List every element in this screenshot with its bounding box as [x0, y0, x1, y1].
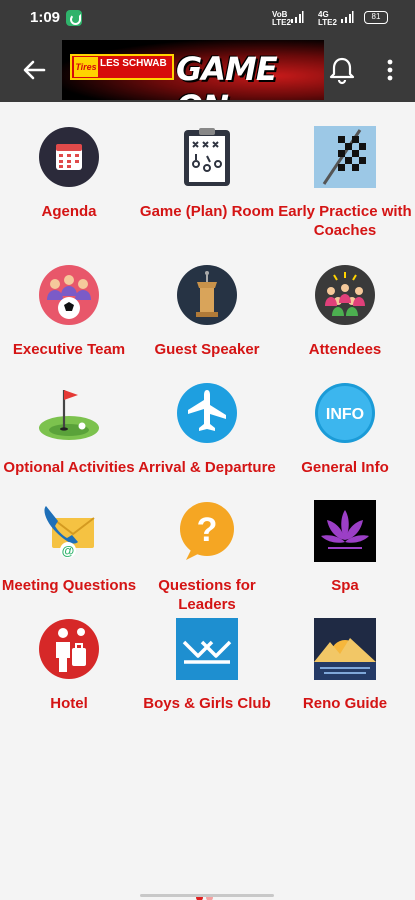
phone-email-icon: @	[44, 506, 95, 558]
tile-arrival-departure[interactable]: Arrival & Departure	[138, 382, 276, 492]
tile-label: Agenda	[41, 203, 97, 220]
tile-meeting-questions[interactable]: @ Meeting Questions	[0, 500, 138, 610]
tile-label: Game (Plan) Room	[139, 203, 275, 220]
tile-spa[interactable]: Spa	[276, 500, 414, 610]
tile-label: Early Practice with Coaches	[278, 203, 412, 239]
battery-icon: 81	[364, 11, 388, 24]
airplane-icon	[177, 383, 237, 443]
gesture-handle[interactable]	[140, 894, 274, 897]
tile-game-plan-room[interactable]: Game (Plan) Room	[138, 126, 276, 236]
tile-label: Executive Team	[12, 341, 126, 358]
tile-general-info[interactable]: INFO General Info	[276, 382, 414, 492]
tile-label: Boys & Girls Club	[143, 695, 271, 712]
tile-guest-speaker[interactable]: Guest Speaker	[138, 264, 276, 374]
tile-label: Reno Guide	[302, 695, 388, 712]
tile-boys-girls-club[interactable]: Boys & Girls Club	[138, 618, 276, 728]
tile-hotel[interactable]: Hotel	[0, 618, 138, 728]
tile-agenda[interactable]: Agenda	[0, 126, 138, 236]
podium-icon	[177, 265, 237, 325]
tile-label: Meeting Questions	[1, 577, 137, 594]
network-label-2: 4G LTE2	[318, 10, 337, 27]
tile-label: General Info	[301, 459, 389, 476]
group-icon	[315, 265, 375, 325]
network-label-1: VoB LTE2	[272, 10, 291, 27]
tile-optional-activities[interactable]: Optional Activities	[0, 382, 138, 492]
tile-attendees[interactable]: Attendees	[276, 264, 414, 374]
tile-label: Guest Speaker	[154, 341, 260, 358]
club-logo-icon	[176, 618, 238, 680]
tile-label: Arrival & Departure	[138, 459, 276, 476]
soccer-team-icon	[39, 265, 99, 325]
checkered-flag-icon	[314, 126, 376, 188]
tile-label: Spa	[331, 577, 359, 594]
status-bar: 1:09 VoB LTE2 4G LTE2 81	[0, 0, 415, 36]
brand-name: LES SCHWAB	[100, 58, 167, 69]
tile-questions-for-leaders[interactable]: ? Questions for Leaders	[138, 500, 276, 613]
golf-icon	[39, 390, 99, 440]
tile-label: Hotel	[50, 695, 88, 712]
back-arrow-icon[interactable]	[18, 54, 50, 86]
info-icon: INFO	[315, 383, 375, 443]
clipboard-play-icon	[184, 128, 230, 186]
app-bar: Tires LES SCHWAB GAME ON	[0, 36, 415, 102]
lotus-icon	[314, 500, 376, 562]
tile-label: Questions for Leaders	[158, 577, 256, 613]
tile-label: Optional Activities	[3, 459, 135, 476]
tires-badge: Tires	[74, 57, 98, 77]
call-icon	[66, 10, 82, 26]
signal-icon	[341, 11, 354, 23]
clock: 1:09	[30, 9, 61, 26]
signal-icon	[291, 11, 304, 23]
question-bubble-icon: ?	[180, 502, 234, 560]
mountain-icon	[314, 618, 376, 680]
banner-title: GAME ON	[176, 50, 278, 100]
tile-early-practice[interactable]: Early Practice with Coaches	[276, 126, 414, 239]
overflow-menu-icon[interactable]	[378, 56, 402, 84]
svg-text:INFO: INFO	[326, 406, 364, 423]
hotel-icon	[39, 619, 99, 679]
bell-icon[interactable]	[326, 54, 358, 86]
tile-label: Attendees	[308, 341, 382, 358]
svg-text:@: @	[62, 543, 75, 558]
svg-text:?: ?	[197, 511, 218, 549]
calendar-icon	[39, 127, 99, 187]
tile-executive-team[interactable]: Executive Team	[0, 264, 138, 374]
header-banner: Tires LES SCHWAB GAME ON	[62, 40, 324, 100]
tile-reno-guide[interactable]: Reno Guide	[276, 618, 414, 728]
